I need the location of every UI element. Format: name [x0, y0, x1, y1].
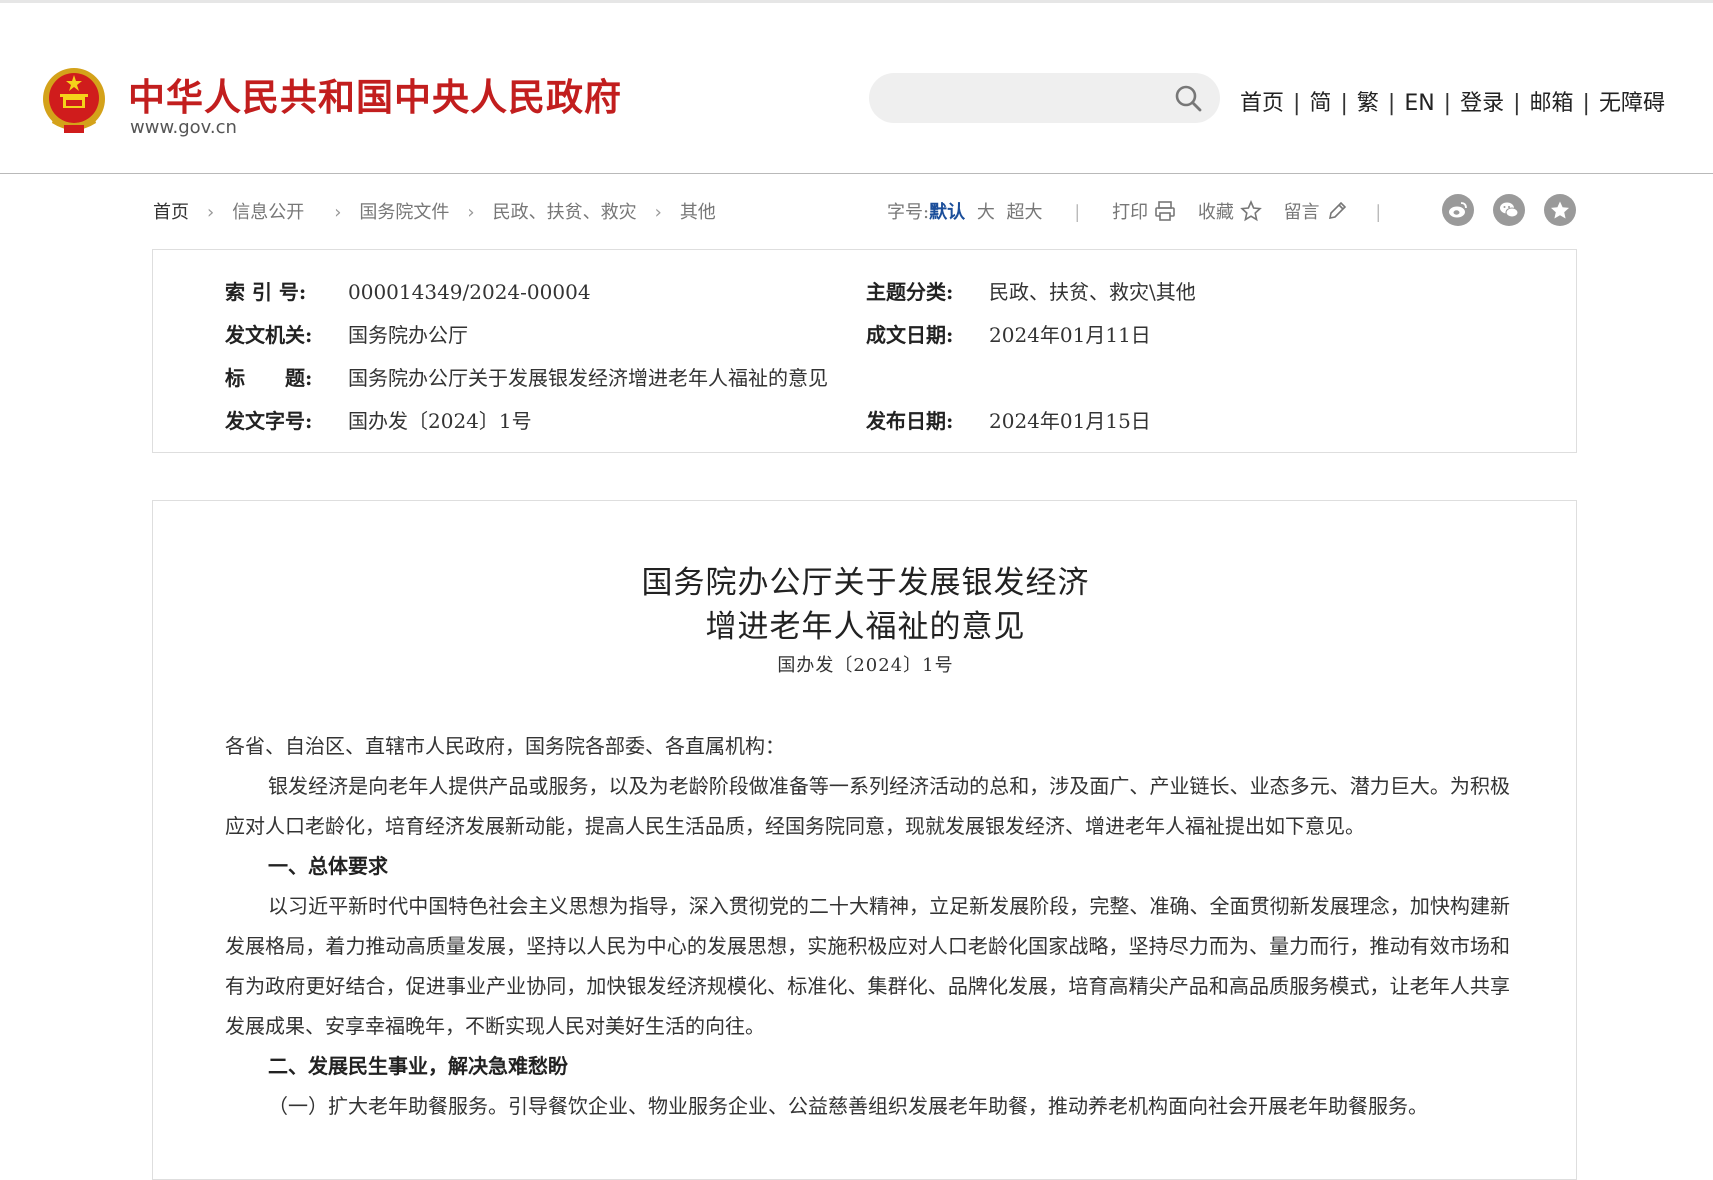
breadcrumb-other[interactable]: 其他: [680, 202, 716, 223]
meta-created-value: 2024年01月11日: [989, 323, 1151, 347]
meta-issuer-label: 发文机关:: [225, 323, 313, 347]
meta-index-value: 000014349/2024-00004: [348, 280, 591, 304]
article-title-line2: 增进老年人福祉的意见: [705, 609, 1026, 645]
weibo-icon: [1449, 202, 1467, 218]
nav-english[interactable]: EN: [1404, 91, 1434, 116]
wechat-share-button[interactable]: [1493, 194, 1525, 226]
font-xlarge-button[interactable]: 超大: [1007, 202, 1043, 223]
meta-title-row: 标 题: 国务院办公厅关于发展银发经济增进老年人福祉的意见: [225, 362, 828, 391]
article-panel: 国务院办公厅关于发展银发经济 增进老年人福祉的意见 国办发〔2024〕1号 各省…: [152, 500, 1577, 1180]
favorite-star-icon: [1551, 201, 1569, 219]
nav-home[interactable]: 首页: [1240, 91, 1284, 116]
site-title[interactable]: 中华人民共和国中央人民政府: [128, 67, 622, 121]
search-input[interactable]: [869, 73, 1220, 123]
comment-label: 留言: [1283, 202, 1320, 223]
breadcrumb: 首页 › 信息公开 › 国务院文件 › 民政、扶贫、救灾 › 其他: [153, 198, 716, 224]
weibo-share-button[interactable]: [1442, 194, 1474, 226]
nav-divider: |: [1443, 91, 1452, 116]
meta-published-label: 发布日期:: [866, 409, 954, 433]
chevron-right-icon: ›: [207, 202, 215, 223]
breadcrumb-home[interactable]: 首页: [153, 202, 189, 223]
meta-created-label: 成文日期:: [866, 323, 954, 347]
favorite-button[interactable]: 收藏: [1197, 200, 1262, 223]
article-body: 各省、自治区、直辖市人民政府，国务院各部委、各直属机构： 银发经济是向老年人提供…: [225, 726, 1510, 1126]
favorite-share-button[interactable]: [1544, 194, 1576, 226]
nav-divider: |: [1387, 91, 1396, 116]
meta-issuer-value: 国务院办公厅: [348, 323, 468, 347]
comment-button[interactable]: 留言: [1283, 201, 1348, 223]
article-paragraph: （一）扩大老年助餐服务。引导餐饮企业、物业服务企业、公益慈善组织发展老年助餐，推…: [268, 1094, 1428, 1118]
search-icon[interactable]: [1174, 84, 1202, 112]
national-emblem-icon[interactable]: [40, 65, 108, 139]
printer-icon: [1155, 201, 1175, 221]
article-doc-number: 国办发〔2024〕1号: [777, 655, 954, 676]
article-section-heading: 二、发展民生事业，解决急难愁盼: [268, 1054, 568, 1078]
nav-accessibility[interactable]: 无障碍: [1599, 91, 1665, 116]
print-button[interactable]: 打印: [1112, 201, 1176, 223]
article-section-heading: 一、总体要求: [268, 854, 388, 878]
meta-issuer-row: 发文机关: 国务院办公厅: [225, 319, 468, 348]
article-paragraph: 银发经济是向老年人提供产品或服务，以及为老龄阶段做准备等一系列经济活动的总和，涉…: [225, 774, 1510, 838]
article-salutation: 各省、自治区、直辖市人民政府，国务院各部委、各直属机构：: [225, 734, 785, 758]
favorite-label: 收藏: [1197, 202, 1234, 223]
print-label: 打印: [1112, 202, 1149, 223]
nav-divider: |: [1513, 91, 1521, 116]
article-title-line1: 国务院办公厅关于发展银发经济: [641, 565, 1090, 601]
meta-created-row: 成文日期: 2024年01月11日: [866, 319, 1151, 348]
tools-divider: |: [1375, 202, 1382, 223]
chevron-right-icon: ›: [654, 202, 662, 223]
nav-simplified[interactable]: 简: [1309, 91, 1331, 116]
meta-topic-row: 主题分类: 民政、扶贫、救灾\其他: [866, 276, 1196, 305]
meta-index-row: 索 引 号: 000014349/2024-00004: [225, 276, 591, 305]
wechat-icon: [1500, 202, 1519, 218]
nav-divider: |: [1582, 91, 1590, 116]
meta-title-value: 国务院办公厅关于发展银发经济增进老年人福祉的意见: [348, 366, 828, 390]
breadcrumb-state-council-docs[interactable]: 国务院文件: [359, 202, 449, 223]
meta-topic-value: 民政、扶贫、救灾\其他: [989, 280, 1196, 304]
chevron-right-icon: ›: [467, 202, 475, 223]
tools-divider: |: [1074, 202, 1081, 223]
chevron-right-icon: ›: [334, 202, 342, 223]
breadcrumb-info-public[interactable]: 信息公开: [232, 202, 304, 223]
article-tools: 字号:默认 大 超大 | 打印 收藏 留言 |: [887, 198, 1381, 224]
font-default-button[interactable]: 默认: [929, 202, 965, 223]
font-size-label: 字号:: [887, 202, 930, 223]
meta-docno-row: 发文字号: 国办发〔2024〕1号: [225, 405, 532, 434]
pencil-icon: [1328, 201, 1346, 220]
meta-title-label: 标 题:: [225, 366, 313, 390]
meta-docno-label: 发文字号:: [225, 409, 313, 433]
nav-traditional[interactable]: 繁: [1357, 91, 1379, 116]
article-paragraph: 以习近平新时代中国特色社会主义思想为指导，深入贯彻党的二十大精神，立足新发展阶段…: [225, 894, 1510, 1038]
site-url: www.gov.cn: [130, 117, 237, 138]
meta-published-row: 发布日期: 2024年01月15日: [866, 405, 1151, 434]
nav-mailbox[interactable]: 邮箱: [1530, 91, 1574, 116]
nav-login[interactable]: 登录: [1460, 91, 1504, 116]
meta-docno-value: 国办发〔2024〕1号: [348, 409, 532, 433]
meta-published-value: 2024年01月15日: [989, 409, 1151, 433]
meta-topic-label: 主题分类:: [866, 280, 954, 304]
site-header: 中华人民共和国中央人民政府 www.gov.cn 首页 | 简 | 繁 | EN | 登录 | 邮箱…: [0, 3, 1713, 174]
nav-divider: |: [1293, 91, 1301, 116]
breadcrumb-civil-affairs[interactable]: 民政、扶贫、救灾: [493, 202, 637, 223]
font-large-button[interactable]: 大: [977, 202, 995, 223]
meta-index-label: 索 引 号:: [225, 280, 307, 304]
nav-divider: |: [1340, 91, 1348, 116]
top-nav: 首页 | 简 | 繁 | EN | 登录 | 邮箱 | 无障碍: [1240, 85, 1665, 117]
document-meta-panel: 索 引 号: 000014349/2024-00004 主题分类: 民政、扶贫、救灾…: [152, 249, 1577, 453]
star-icon: [1239, 200, 1262, 222]
